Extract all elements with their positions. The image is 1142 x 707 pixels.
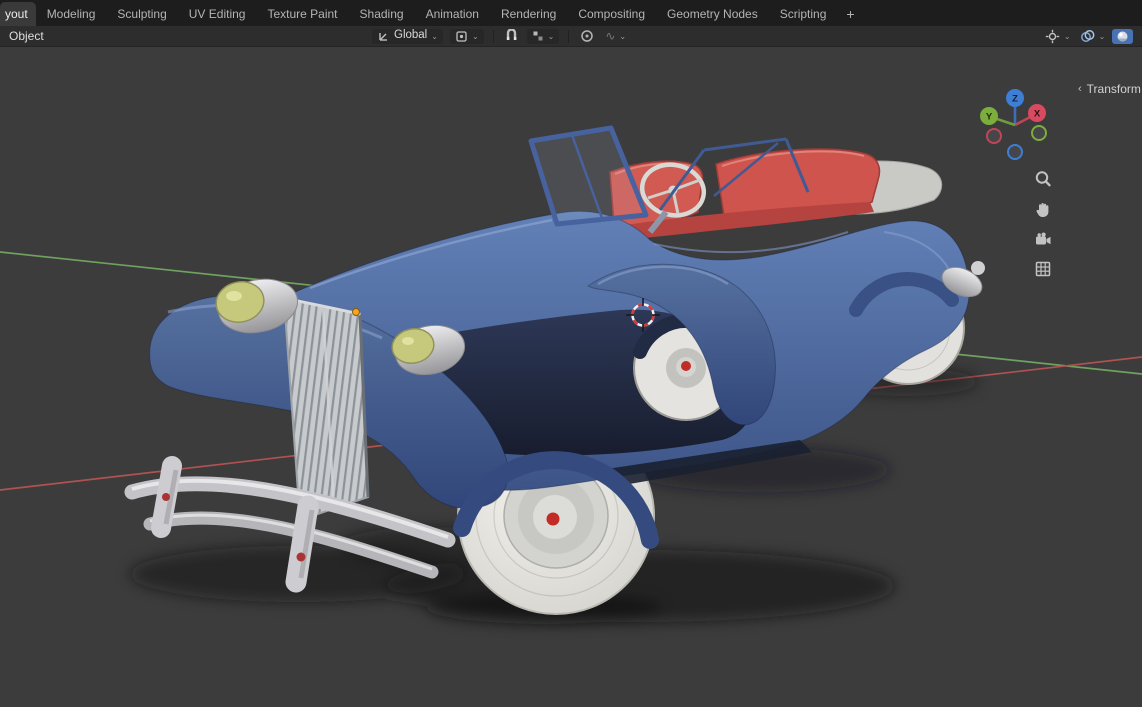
tab-scripting[interactable]: Scripting	[769, 2, 838, 26]
sidebar-tab-label: Transform	[1087, 82, 1141, 96]
chevron-down-icon: ⌄	[619, 33, 626, 41]
orientation-icon	[377, 30, 390, 43]
gizmo-neg-x-handle[interactable]	[987, 129, 1001, 143]
grille	[284, 298, 368, 520]
snap-increment-icon	[532, 30, 544, 42]
tab-shading[interactable]: Shading	[349, 2, 415, 26]
gizmo-z-handle[interactable]: Z	[1006, 89, 1024, 107]
orthographic-toggle-button[interactable]	[1033, 259, 1053, 279]
chevron-down-icon: ⌄	[548, 33, 555, 41]
panel-collapse-icon: ‹	[1078, 83, 1082, 95]
overlays-icon	[1080, 29, 1095, 44]
pivot-point-dropdown[interactable]: ⌄	[450, 29, 484, 44]
gizmo-y-handle[interactable]: Y	[980, 107, 998, 125]
add-workspace-button[interactable]: +	[837, 2, 863, 26]
header-divider	[493, 30, 494, 43]
chevron-down-icon: ⌄	[1064, 33, 1071, 41]
topbar: yout Modeling Sculpting UV Editing Textu…	[0, 0, 1142, 26]
grid-icon	[1033, 259, 1053, 279]
viewport-shading-button[interactable]	[1112, 29, 1133, 44]
transform-controls: Global ⌄ ⌄ ⌄	[372, 26, 628, 46]
tab-sculpting[interactable]: Sculpting	[106, 2, 177, 26]
tab-uv-editing[interactable]: UV Editing	[178, 2, 257, 26]
viewport-header: Object Global ⌄ ⌄	[0, 26, 1142, 47]
snap-settings-dropdown[interactable]: ⌄	[527, 29, 560, 44]
tab-geometry-nodes[interactable]: Geometry Nodes	[656, 2, 769, 26]
shading-dropdown[interactable]: ⌄	[1138, 29, 1142, 44]
show-gizmos-dropdown[interactable]: ⌄	[1043, 29, 1073, 44]
camera-view-button[interactable]	[1033, 230, 1053, 250]
viewport-3d[interactable]	[0, 0, 1142, 707]
shading-sphere-icon	[1116, 30, 1129, 43]
show-overlays-dropdown[interactable]: ⌄	[1078, 29, 1108, 44]
svg-text:Z: Z	[1012, 94, 1018, 105]
workspace-tabs: yout Modeling Sculpting UV Editing Textu…	[0, 0, 864, 26]
proportional-circle-icon	[580, 29, 594, 43]
magnet-icon	[505, 29, 518, 43]
transform-orientation-dropdown[interactable]: Global ⌄	[372, 29, 443, 44]
zoom-tool-button[interactable]	[1033, 169, 1053, 189]
chevron-down-icon: ⌄	[472, 33, 479, 41]
header-divider	[568, 30, 569, 43]
gizmo-neg-y-handle[interactable]	[1032, 126, 1046, 140]
car-model	[132, 128, 986, 614]
snap-toggle[interactable]	[503, 29, 520, 44]
gizmo-neg-z-handle[interactable]	[1008, 145, 1022, 159]
gizmos-icon	[1045, 29, 1060, 44]
mode-selector[interactable]: Object	[9, 29, 44, 43]
svg-text:Y: Y	[986, 112, 993, 123]
tab-texture-paint[interactable]: Texture Paint	[256, 2, 348, 26]
svg-text:X: X	[1034, 109, 1041, 120]
pan-tool-button[interactable]	[1033, 200, 1053, 220]
tab-animation[interactable]: Animation	[415, 2, 490, 26]
navigation-gizmo[interactable]: Z X Y	[975, 85, 1055, 165]
proportional-falloff-dropdown[interactable]: ∿ ⌄	[603, 29, 628, 44]
hand-icon	[1033, 200, 1053, 220]
tab-modeling[interactable]: Modeling	[36, 2, 107, 26]
tab-rendering[interactable]: Rendering	[490, 2, 567, 26]
object-origin	[353, 309, 360, 316]
camera-icon	[1033, 230, 1053, 250]
falloff-curve-icon: ∿	[605, 30, 615, 42]
proportional-editing-toggle[interactable]	[578, 29, 596, 44]
tab-layout[interactable]: yout	[0, 2, 36, 26]
magnifier-icon	[1033, 169, 1053, 189]
chevron-down-icon: ⌄	[1099, 33, 1106, 41]
sidebar-transform-tab[interactable]: ‹ Transform	[1078, 82, 1142, 96]
tab-compositing[interactable]: Compositing	[567, 2, 656, 26]
gizmo-x-handle[interactable]: X	[1028, 104, 1046, 122]
pivot-icon	[455, 30, 468, 43]
chevron-down-icon: ⌄	[431, 33, 438, 41]
viewport-display-controls: ⌄ ⌄ ⌄	[1043, 26, 1142, 46]
